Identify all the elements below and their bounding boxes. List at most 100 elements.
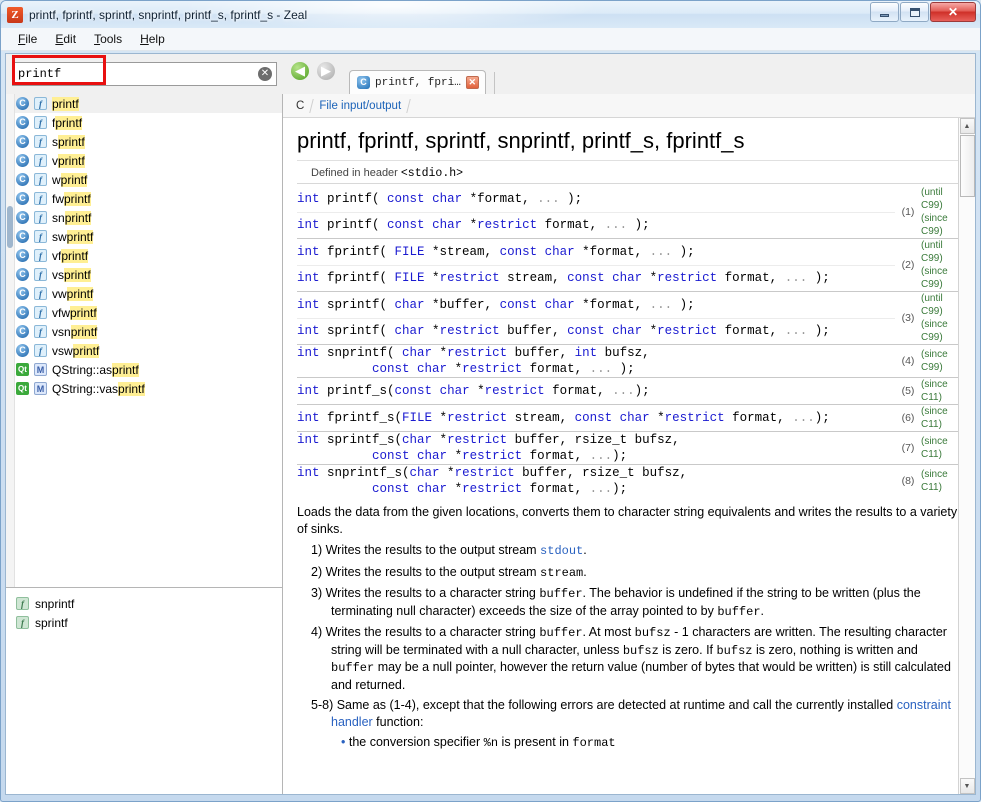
- maximize-button[interactable]: [900, 2, 929, 22]
- search-match-highlight: printf: [70, 324, 98, 339]
- tab-docset-icon: C: [357, 76, 370, 89]
- result-row[interactable]: Qt M QString::vasprintf: [6, 379, 282, 398]
- result-label: wprintf: [52, 172, 88, 187]
- search-match-highlight: printf: [118, 381, 145, 396]
- result-row[interactable]: Qt M QString::asprintf: [6, 360, 282, 379]
- signature-row: int fprintf( FILE *stream, const char *f…: [297, 238, 961, 292]
- function-icon: f: [34, 154, 47, 167]
- main-split: Cf printf Cf fprintf Cf sprintf Cf vprintf Cf wpr…: [6, 94, 975, 794]
- app-body: ✕ ◀ ▶ C printf, fpri… ✕: [5, 53, 976, 795]
- result-row[interactable]: Cf vwprintf: [6, 284, 282, 303]
- signature-row: int fprintf_s(FILE *restrict stream, con…: [297, 404, 961, 432]
- result-row[interactable]: Cf vfwprintf: [6, 303, 282, 322]
- toc-panel[interactable]: f snprintf f sprintf: [6, 588, 282, 794]
- search-match-highlight: printf: [58, 134, 85, 149]
- result-row[interactable]: Cf vfprintf: [6, 246, 282, 265]
- header-name: <stdio.h>: [400, 167, 464, 180]
- signature-row: int fprintf( FILE *restrict stream, cons…: [297, 264, 961, 292]
- result-label: vfwprintf: [52, 305, 97, 320]
- signature-code: int snprintf_s(char *restrict buffer, rs…: [297, 464, 895, 497]
- tab-close-icon[interactable]: ✕: [465, 76, 479, 89]
- menu-tools[interactable]: Tools: [85, 30, 131, 48]
- result-row[interactable]: Cf swprintf: [6, 227, 282, 246]
- c-docset-icon: C: [16, 230, 29, 243]
- c-docset-icon: C: [16, 268, 29, 281]
- results-rows: Cf printf Cf fprintf Cf sprintf Cf vprintf Cf wpr…: [6, 94, 282, 398]
- description-item: 2) Writes the results to the output stre…: [311, 564, 587, 580]
- menu-bar: File Edit Tools Help: [1, 28, 980, 51]
- content-panel: C File input/output printf, fprintf, spr…: [283, 94, 975, 794]
- signature-number: (4): [895, 344, 921, 378]
- description-item: 4) Writes the results to a character str…: [311, 625, 951, 692]
- result-row[interactable]: Cf vsprintf: [6, 265, 282, 284]
- minimize-button[interactable]: [870, 2, 899, 22]
- result-row[interactable]: Cf wprintf: [6, 170, 282, 189]
- signature-code: int fprintf_s(FILE *restrict stream, con…: [297, 404, 895, 432]
- menu-edit[interactable]: Edit: [46, 30, 85, 48]
- c-docset-icon: C: [16, 344, 29, 357]
- result-label: QString::vasprintf: [52, 381, 145, 396]
- signature-version: (since C11): [921, 404, 961, 432]
- signature-row: int sprintf( char *restrict buffer, cons…: [297, 317, 961, 345]
- tab-printf[interactable]: C printf, fpri… ✕: [349, 70, 486, 94]
- signature-number: (2): [895, 238, 921, 292]
- signature-table-body: int printf( const char *format, ... ); (1…: [297, 186, 961, 497]
- signature-row: int printf( const char *format, ... ); (1…: [297, 186, 961, 218]
- results-scrollbar[interactable]: [6, 94, 15, 587]
- breadcrumb-item-c[interactable]: C: [289, 100, 311, 112]
- result-row[interactable]: Cf sprintf: [6, 132, 282, 151]
- search-match-highlight: printf: [66, 286, 94, 301]
- function-icon: f: [34, 211, 47, 224]
- search-match-highlight: printf: [64, 210, 92, 225]
- tab-label: printf, fpri…: [375, 76, 461, 89]
- search-match-highlight: printf: [58, 153, 85, 168]
- description-section: Loads the data from the given locations,…: [297, 504, 961, 752]
- result-row[interactable]: Cf vprintf: [6, 151, 282, 170]
- breadcrumb-item-file-io[interactable]: File input/output: [312, 100, 408, 112]
- function-icon: f: [16, 616, 29, 629]
- c-docset-icon: C: [16, 211, 29, 224]
- search-match-highlight: printf: [112, 362, 139, 377]
- signature-number: (1): [901, 206, 915, 218]
- result-row[interactable]: Cf fwprintf: [6, 189, 282, 208]
- signature-number: (3): [895, 291, 921, 345]
- search-match-highlight: printf: [64, 267, 91, 282]
- clear-search-icon[interactable]: ✕: [258, 67, 272, 81]
- toc-item[interactable]: f snprintf: [6, 594, 282, 613]
- back-button[interactable]: ◀: [291, 62, 309, 80]
- c-docset-icon: C: [16, 173, 29, 186]
- function-icon: f: [34, 249, 47, 262]
- document-view: printf, fprintf, sprintf, snprintf, prin…: [283, 118, 975, 794]
- result-row[interactable]: Cf fprintf: [6, 113, 282, 132]
- c-docset-icon: C: [16, 325, 29, 338]
- signature-row: int sprintf( char *buffer, const char *f…: [297, 291, 961, 345]
- content-scrollbar-thumb[interactable]: [959, 135, 975, 197]
- c-docset-icon: C: [16, 154, 29, 167]
- result-row[interactable]: Cf vsnprintf: [6, 322, 282, 341]
- content-scrollbar[interactable]: ▲ ▼: [958, 118, 975, 794]
- toc-item[interactable]: f sprintf: [6, 613, 282, 632]
- signature-row: int snprintf( char *restrict buffer, int…: [297, 344, 961, 378]
- toc-item-label: sprintf: [35, 615, 68, 630]
- scroll-up-button[interactable]: ▲: [959, 118, 975, 134]
- forward-button[interactable]: ▶: [317, 62, 335, 80]
- result-row[interactable]: Cf vswprintf: [6, 341, 282, 360]
- menu-file[interactable]: File: [9, 30, 46, 48]
- menu-help[interactable]: Help: [131, 30, 174, 48]
- search-input[interactable]: [12, 62, 277, 86]
- function-icon: f: [16, 597, 29, 610]
- search-match-highlight: printf: [66, 229, 94, 244]
- result-label: vsprintf: [52, 267, 91, 282]
- close-button[interactable]: ✕: [930, 2, 976, 22]
- signature-number: (7): [895, 431, 921, 465]
- search-results-list[interactable]: Cf printf Cf fprintf Cf sprintf Cf vprintf Cf wpr…: [6, 94, 282, 587]
- result-row[interactable]: Cf snprintf: [6, 208, 282, 227]
- result-row[interactable]: Cf printf: [6, 94, 282, 113]
- c-docset-icon: C: [16, 135, 29, 148]
- function-icon: f: [34, 192, 47, 205]
- result-label: fwprintf: [52, 191, 91, 206]
- results-scrollbar-thumb[interactable]: [7, 206, 13, 248]
- scroll-down-button[interactable]: ▼: [959, 778, 975, 794]
- result-label: sprintf: [52, 134, 85, 149]
- method-icon: M: [34, 382, 47, 395]
